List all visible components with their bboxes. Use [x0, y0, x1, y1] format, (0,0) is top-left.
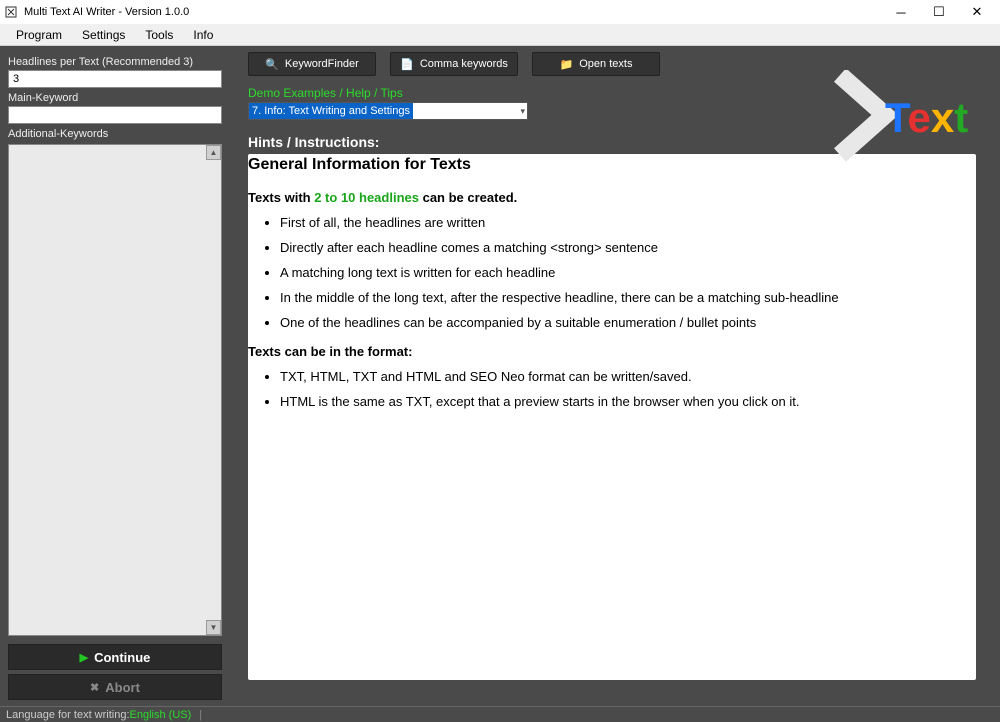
main-keyword-label: Main-Keyword: [8, 92, 222, 104]
content-p2: Texts can be in the format:: [248, 344, 960, 359]
headlines-label: Headlines per Text (Recommended 3): [8, 56, 222, 68]
maximize-button[interactable]: ☐: [920, 0, 958, 24]
list-item: HTML is the same as TXT, except that a p…: [280, 394, 960, 409]
titlebar: Multi Text AI Writer - Version 1.0.0 ─ ☐…: [0, 0, 1000, 24]
content-title: General Information for Texts: [248, 154, 960, 180]
chevron-down-icon: ▾: [520, 106, 525, 117]
list-item: One of the headlines can be accompanied …: [280, 315, 960, 330]
abort-button[interactable]: ✖ Abort: [8, 674, 222, 700]
list-item: TXT, HTML, TXT and HTML and SEO Neo form…: [280, 369, 960, 384]
comma-keywords-button[interactable]: 📄 Comma keywords: [390, 52, 518, 76]
statusbar: Language for text writing: English (US) …: [0, 706, 1000, 722]
abort-label: Abort: [105, 680, 140, 695]
menu-settings[interactable]: Settings: [72, 26, 135, 44]
menu-program[interactable]: Program: [6, 26, 72, 44]
list-icon: 📄: [400, 58, 414, 71]
open-texts-label: Open texts: [579, 58, 632, 70]
list-item: In the middle of the long text, after th…: [280, 290, 960, 305]
scroll-up-button[interactable]: ▲: [206, 145, 221, 160]
status-language-value: English (US): [130, 709, 192, 721]
content-list-2: TXT, HTML, TXT and HTML and SEO Neo form…: [280, 369, 960, 409]
continue-label: Continue: [94, 650, 150, 665]
menubar: Program Settings Tools Info: [0, 24, 1000, 46]
play-icon: ▶: [80, 651, 88, 664]
additional-keywords-textarea[interactable]: [8, 144, 222, 636]
close-button[interactable]: ✕: [958, 0, 996, 24]
scroll-down-button[interactable]: ▼: [206, 620, 221, 635]
main-area: 🔍 KeywordFinder 📄 Comma keywords 📁 Open …: [230, 46, 1000, 706]
keyword-finder-label: KeywordFinder: [285, 58, 359, 70]
list-item: Directly after each headline comes a mat…: [280, 240, 960, 255]
demo-examples-label: Demo Examples / Help / Tips: [248, 86, 976, 100]
search-icon: 🔍: [265, 58, 279, 71]
list-item: A matching long text is written for each…: [280, 265, 960, 280]
content-list-1: First of all, the headlines are written …: [280, 215, 960, 330]
keyword-finder-button[interactable]: 🔍 KeywordFinder: [248, 52, 376, 76]
content-p1: Texts with 2 to 10 headlines can be crea…: [248, 190, 960, 205]
menu-tools[interactable]: Tools: [135, 26, 183, 44]
continue-button[interactable]: ▶ Continue: [8, 644, 222, 670]
demo-dropdown[interactable]: 7. Info: Text Writing and Settings ▾: [248, 102, 528, 120]
open-texts-button[interactable]: 📁 Open texts: [532, 52, 660, 76]
folder-icon: 📁: [560, 58, 574, 71]
toolbar: 🔍 KeywordFinder 📄 Comma keywords 📁 Open …: [248, 52, 976, 76]
sidebar: Headlines per Text (Recommended 3) Main-…: [0, 46, 230, 706]
window-title: Multi Text AI Writer - Version 1.0.0: [24, 6, 189, 18]
minimize-button[interactable]: ─: [882, 0, 920, 24]
content-panel: General Information for Texts Texts with…: [248, 154, 976, 680]
list-item: First of all, the headlines are written: [280, 215, 960, 230]
stop-icon: ✖: [90, 681, 99, 694]
app-icon: [4, 5, 18, 19]
hints-label: Hints / Instructions:: [248, 134, 976, 150]
status-language-label: Language for text writing:: [6, 709, 130, 721]
headlines-input[interactable]: [8, 70, 222, 88]
main-keyword-input[interactable]: [8, 106, 222, 124]
comma-keywords-label: Comma keywords: [420, 58, 508, 70]
menu-info[interactable]: Info: [183, 26, 223, 44]
additional-keywords-label: Additional-Keywords: [8, 128, 222, 140]
demo-dropdown-selected: 7. Info: Text Writing and Settings: [249, 103, 413, 119]
